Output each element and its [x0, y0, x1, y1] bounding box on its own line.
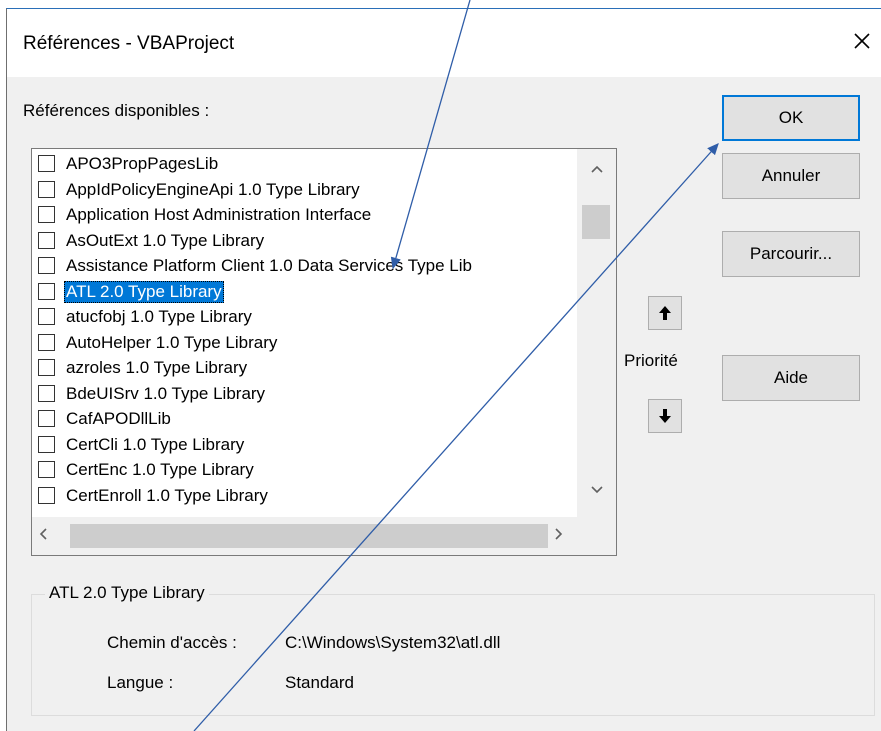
reference-checkbox[interactable] [38, 282, 55, 300]
reference-details-group [31, 594, 875, 716]
reference-checkbox[interactable] [38, 384, 55, 402]
references-listbox[interactable]: APO3PropPagesLib AppIdPolicyEngineApi 1.0… [31, 148, 617, 556]
reference-label: AutoHelper 1.0 Type Library [66, 332, 278, 352]
vertical-scrollbar[interactable] [577, 149, 616, 517]
close-icon[interactable] [850, 29, 874, 53]
scroll-down-icon[interactable] [577, 482, 616, 506]
list-item[interactable]: CafAPODllLib [32, 407, 578, 431]
reference-checkbox[interactable] [38, 155, 55, 172]
arrow-down-icon [659, 409, 671, 423]
reference-checkbox[interactable] [38, 231, 55, 249]
reference-label: AppIdPolicyEngineApi 1.0 Type Library [66, 179, 360, 199]
reference-label: azroles 1.0 Type Library [66, 358, 248, 377]
reference-label: Application Host Administration Interfac… [66, 205, 372, 224]
reference-checkbox[interactable] [38, 461, 55, 478]
reference-label: BdeUISrv 1.0 Type Library [66, 383, 266, 403]
reference-checkbox[interactable] [38, 486, 55, 504]
priority-up-button[interactable] [648, 296, 682, 330]
list-item[interactable]: Application Host Administration Interfac… [32, 203, 578, 227]
reference-label: CertEnroll 1.0 Type Library [66, 485, 268, 505]
list-item[interactable]: APO3PropPagesLib [32, 152, 578, 176]
title-bar: Références - VBAProject [7, 9, 881, 77]
references-dialog: Références - VBAProject Références dispo… [6, 8, 881, 731]
list-item[interactable]: atucfobj 1.0 Type Library [32, 305, 578, 329]
reference-label: CertCli 1.0 Type Library [66, 434, 245, 454]
reference-checkbox[interactable] [38, 257, 55, 274]
reference-checkbox[interactable] [38, 308, 55, 325]
reference-label: APO3PropPagesLib [66, 154, 219, 173]
vertical-scroll-thumb[interactable] [582, 205, 610, 239]
reference-checkbox[interactable] [38, 359, 55, 376]
list-item[interactable]: Assistance Platform Client 1.0 Data Serv… [32, 254, 578, 278]
dialog-title: Références - VBAProject [23, 33, 235, 54]
reference-label: CafAPODllLib [66, 409, 171, 428]
list-item[interactable]: CertEnroll 1.0 Type Library [32, 484, 578, 508]
reference-checkbox[interactable] [38, 206, 55, 223]
scrollbar-corner [577, 517, 616, 555]
reference-label: CertEnc 1.0 Type Library [66, 460, 254, 479]
cancel-button[interactable]: Annuler [722, 153, 860, 199]
reference-label: ATL 2.0 Type Library [64, 280, 224, 303]
list-item[interactable]: CertEnc 1.0 Type Library [32, 458, 578, 482]
scroll-right-icon[interactable] [554, 525, 564, 546]
list-item[interactable]: AutoHelper 1.0 Type Library [32, 331, 578, 355]
list-item[interactable]: BdeUISrv 1.0 Type Library [32, 382, 578, 406]
list-item[interactable]: azroles 1.0 Type Library [32, 356, 578, 380]
list-item[interactable]: ATL 2.0 Type Library [32, 280, 578, 304]
list-item[interactable]: CertCli 1.0 Type Library [32, 433, 578, 457]
help-button[interactable]: Aide [722, 355, 860, 401]
reference-checkbox[interactable] [38, 435, 55, 453]
list-item[interactable]: AsOutExt 1.0 Type Library [32, 229, 578, 253]
reference-checkbox[interactable] [38, 410, 55, 427]
available-references-label: Références disponibles : [23, 101, 210, 120]
language-value: Standard [285, 673, 354, 692]
path-label: Chemin d'accès : [107, 633, 237, 652]
scroll-up-icon[interactable] [577, 161, 616, 185]
arrow-up-icon [659, 306, 671, 320]
ok-button[interactable]: OK [722, 95, 860, 141]
reference-label: atucfobj 1.0 Type Library [66, 307, 252, 326]
reference-label: AsOutExt 1.0 Type Library [66, 230, 265, 250]
reference-checkbox[interactable] [38, 180, 55, 198]
browse-button[interactable]: Parcourir... [722, 231, 860, 277]
path-value: C:\Windows\System32\atl.dll [285, 633, 501, 652]
details-group-title: ATL 2.0 Type Library [45, 583, 209, 603]
priority-down-button[interactable] [648, 399, 682, 433]
horizontal-scrollbar[interactable] [32, 517, 577, 555]
horizontal-scroll-thumb[interactable] [70, 524, 548, 548]
priority-label: Priorité [624, 351, 678, 370]
scroll-left-icon[interactable] [38, 525, 48, 546]
language-label: Langue : [107, 673, 174, 692]
list-item[interactable]: AppIdPolicyEngineApi 1.0 Type Library [32, 178, 578, 202]
reference-label: Assistance Platform Client 1.0 Data Serv… [66, 256, 472, 275]
reference-checkbox[interactable] [38, 333, 55, 351]
